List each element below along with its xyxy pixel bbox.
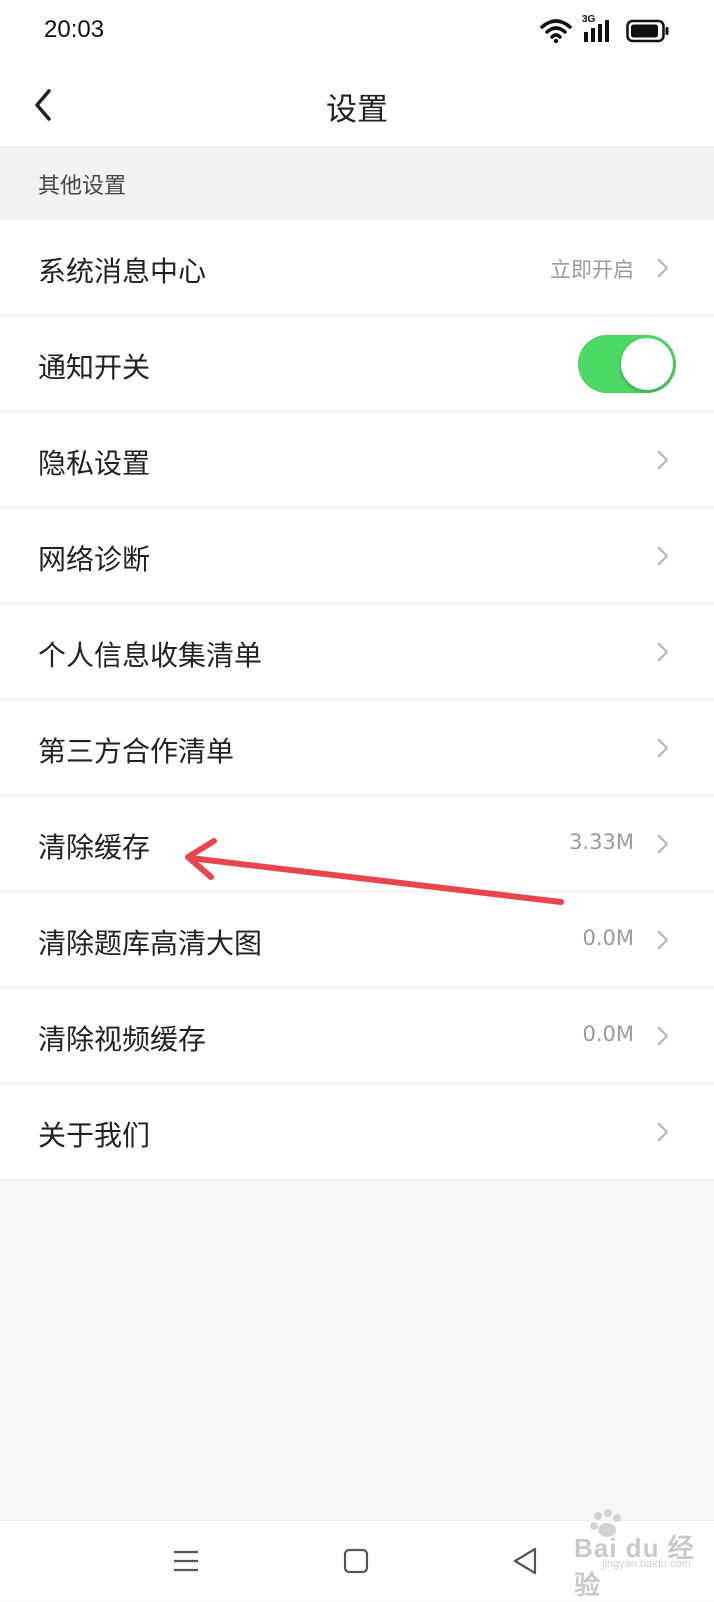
- toggle-knob: [621, 338, 673, 390]
- chevron-right-icon: [657, 642, 669, 662]
- notification-toggle[interactable]: [578, 335, 676, 393]
- row-label: 关于我们: [38, 1119, 151, 1152]
- menu-icon[interactable]: [166, 1541, 206, 1581]
- watermark-sub: jingyan.baidu.com: [602, 1558, 691, 1570]
- wifi-icon: [540, 19, 572, 44]
- section-header: 其他设置: [0, 146, 714, 220]
- row-label: 系统消息中心: [38, 255, 207, 288]
- row-about-us[interactable]: 关于我们: [0, 1084, 714, 1180]
- header: 设置: [0, 64, 714, 146]
- row-value: 0.0M: [582, 1022, 634, 1046]
- page-title: 设置: [326, 92, 388, 128]
- row-label: 隐私设置: [38, 447, 151, 480]
- row-label: 清除缓存: [38, 831, 151, 864]
- chevron-right-icon: [657, 738, 669, 758]
- row-notification-switch: 通知开关: [0, 316, 714, 412]
- status-bar: 20:03 3G: [0, 0, 714, 64]
- chevron-right-icon: [657, 1026, 669, 1046]
- row-label: 清除题库高清大图: [38, 927, 263, 960]
- row-value: 0.0M: [582, 926, 634, 950]
- battery-icon: [626, 19, 669, 43]
- chevron-right-icon: [657, 930, 669, 950]
- row-clear-cache[interactable]: 清除缓存 3.33M: [0, 796, 714, 892]
- row-third-party-list[interactable]: 第三方合作清单: [0, 700, 714, 796]
- status-time: 20:03: [44, 16, 105, 43]
- row-clear-hd-images[interactable]: 清除题库高清大图 0.0M: [0, 892, 714, 988]
- row-privacy-settings[interactable]: 隐私设置: [0, 412, 714, 508]
- baidu-watermark: Bai du 经验 jingyan.baidu.com: [540, 1506, 710, 1600]
- chevron-right-icon: [657, 546, 669, 566]
- row-system-message-center[interactable]: 系统消息中心 立即开启: [0, 220, 714, 316]
- chevron-right-icon: [657, 258, 669, 278]
- row-network-diagnosis[interactable]: 网络诊断: [0, 508, 714, 604]
- home-square-icon[interactable]: [336, 1541, 376, 1581]
- chevron-right-icon: [657, 450, 669, 470]
- row-label: 个人信息收集清单: [38, 639, 263, 672]
- row-personal-info-list[interactable]: 个人信息收集清单: [0, 604, 714, 700]
- row-value: 立即开启: [550, 258, 634, 282]
- chevron-right-icon: [657, 1122, 669, 1142]
- section-title: 其他设置: [38, 174, 127, 199]
- row-value: 3.33M: [569, 830, 634, 854]
- row-clear-video-cache[interactable]: 清除视频缓存 0.0M: [0, 988, 714, 1084]
- row-label: 第三方合作清单: [38, 735, 235, 768]
- row-label: 通知开关: [38, 351, 151, 384]
- signal-icon: 3G: [582, 14, 616, 44]
- row-label: 网络诊断: [38, 543, 151, 576]
- settings-list: 系统消息中心 立即开启 通知开关 隐私设置 网络诊断 个人信息收集清单 第三方合…: [0, 220, 714, 1180]
- chevron-right-icon: [657, 834, 669, 854]
- row-label: 清除视频缓存: [38, 1023, 207, 1056]
- status-icons: 3G: [540, 14, 670, 44]
